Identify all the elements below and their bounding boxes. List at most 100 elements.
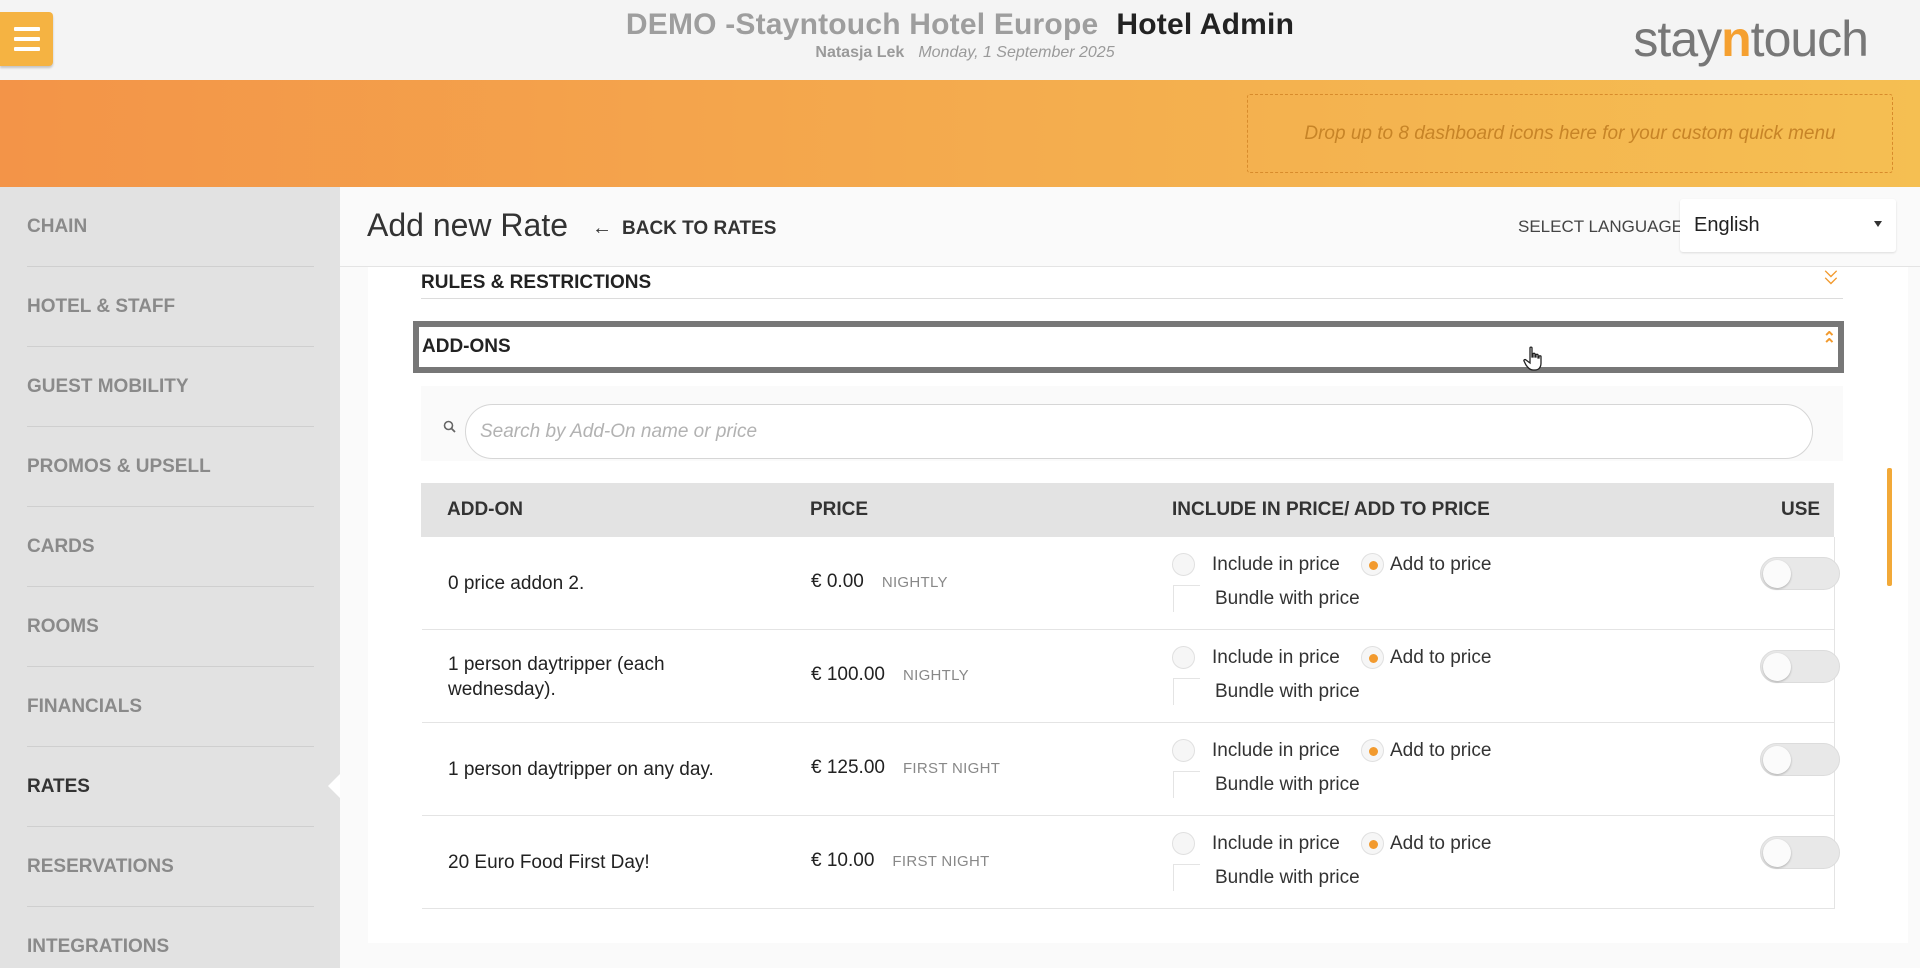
- table-row: 20 Euro Food First Day! € 10.00 FIRST NI…: [422, 816, 1840, 909]
- addon-name: 20 Euro Food First Day!: [448, 852, 650, 873]
- column-header-price: PRICE: [810, 499, 869, 520]
- sidebar-item-label: ROOMS: [27, 615, 99, 637]
- bundle-with-price-option[interactable]: Bundle with price: [1173, 771, 1360, 798]
- sidebar-item-chain[interactable]: CHAIN: [27, 187, 314, 267]
- option-label: Include in price: [1212, 832, 1340, 854]
- section-title: ADD-ONS: [422, 336, 511, 357]
- include-in-price-option[interactable]: Include in price: [1172, 739, 1340, 762]
- column-header-addon: ADD-ON: [447, 499, 523, 520]
- hotel-name: DEMO -Stayntouch Hotel Europe: [625, 8, 1099, 41]
- sidebar-item-integrations[interactable]: INTEGRATIONS: [27, 907, 314, 968]
- bundle-checkbox[interactable]: [1173, 771, 1200, 798]
- use-toggle[interactable]: [1760, 557, 1840, 590]
- sidebar-item-cards[interactable]: CARDS: [27, 507, 314, 587]
- option-label: Add to price: [1390, 553, 1492, 575]
- sidebar-item-label: INTEGRATIONS: [27, 936, 170, 957]
- radio-include[interactable]: [1172, 553, 1195, 576]
- bundle-checkbox[interactable]: [1173, 678, 1200, 705]
- option-label: Add to price: [1390, 739, 1492, 761]
- back-link-label: BACK TO RATES: [622, 217, 777, 239]
- app-name: Hotel Admin: [1116, 8, 1295, 41]
- top-header: DEMO -Stayntouch Hotel Europe Hotel Admin…: [0, 0, 1920, 80]
- add-to-price-option[interactable]: Add to price: [1361, 646, 1491, 669]
- radio-add-selected[interactable]: [1361, 832, 1384, 855]
- addon-search-input[interactable]: [465, 404, 1813, 459]
- bundle-with-price-option[interactable]: Bundle with price: [1173, 864, 1360, 891]
- price-value: € 100.00: [811, 664, 885, 685]
- sidebar-item-financials[interactable]: FINANCIALS: [27, 667, 314, 747]
- section-title: RULES & RESTRICTIONS: [421, 271, 652, 293]
- addon-name: 0 price addon 2.: [448, 573, 585, 594]
- quick-menu-band: Drop up to 8 dashboard icons here for yo…: [0, 80, 1920, 187]
- sidebar-item-promos-upsell[interactable]: PROMOS & UPSELL: [27, 427, 314, 507]
- option-label: Bundle with price: [1215, 587, 1360, 609]
- include-in-price-option[interactable]: Include in price: [1172, 553, 1340, 576]
- bundle-with-price-option[interactable]: Bundle with price: [1173, 585, 1360, 612]
- rate-form-panel: RULES & RESTRICTIONS ⌵⌵ ADD-ONS ⌃⌃ ADD-O…: [368, 264, 1908, 943]
- bundle-checkbox[interactable]: [1173, 864, 1200, 891]
- sidebar-item-rooms[interactable]: ROOMS: [27, 587, 314, 667]
- radio-add-selected[interactable]: [1361, 553, 1384, 576]
- price-value: € 125.00: [811, 757, 885, 778]
- use-toggle[interactable]: [1760, 836, 1840, 869]
- quick-menu-dropzone[interactable]: Drop up to 8 dashboard icons here for yo…: [1247, 94, 1893, 173]
- sidebar-item-label: FINANCIALS: [27, 695, 143, 717]
- addons-section-header[interactable]: ADD-ONS ⌃ ⌃: [413, 321, 1844, 373]
- addon-name: 1 person daytripper on any day.: [448, 759, 714, 780]
- bundle-with-price-option[interactable]: Bundle with price: [1173, 678, 1360, 705]
- header-title: DEMO -Stayntouch Hotel Europe Hotel Admin: [0, 8, 1920, 42]
- option-label: Include in price: [1212, 553, 1340, 575]
- radio-include[interactable]: [1172, 646, 1195, 669]
- addons-table-header: ADD-ON PRICE INCLUDE IN PRICE/ ADD TO PR…: [421, 483, 1834, 537]
- bundle-checkbox[interactable]: [1173, 585, 1200, 612]
- price-unit: NIGHTLY: [902, 667, 969, 684]
- use-toggle[interactable]: [1760, 743, 1840, 776]
- language-select[interactable]: English: [1680, 199, 1896, 252]
- addon-search-bar: [421, 386, 1843, 461]
- arrow-left-icon: ←: [592, 217, 612, 239]
- sidebar-item-label: PROMOS & UPSELL: [27, 455, 211, 477]
- scrollbar-thumb[interactable]: [1887, 468, 1892, 586]
- option-label: Bundle with price: [1215, 773, 1360, 795]
- include-in-price-option[interactable]: Include in price: [1172, 646, 1340, 669]
- logo-text-n: n: [1721, 11, 1752, 67]
- radio-include[interactable]: [1172, 739, 1195, 762]
- option-label: Include in price: [1212, 739, 1340, 761]
- page-header: Add new Rate ← BACK TO RATES SELECT LANG…: [340, 187, 1920, 267]
- sidebar-item-label: CHAIN: [27, 215, 88, 237]
- stayntouch-logo: stayntouch: [1633, 10, 1869, 68]
- add-to-price-option[interactable]: Add to price: [1361, 832, 1491, 855]
- back-to-rates-link[interactable]: ← BACK TO RATES: [592, 217, 776, 240]
- sidebar-item-hotel-staff[interactable]: HOTEL & STAFF: [27, 267, 314, 347]
- logo-text-post: touch: [1750, 11, 1869, 67]
- sidebar-item-label: GUEST MOBILITY: [27, 375, 189, 397]
- include-in-price-option[interactable]: Include in price: [1172, 832, 1340, 855]
- price-value: € 0.00: [811, 571, 864, 592]
- add-to-price-option[interactable]: Add to price: [1361, 739, 1491, 762]
- price-unit: FIRST NIGHT: [902, 760, 1001, 777]
- radio-add-selected[interactable]: [1361, 739, 1384, 762]
- double-chevron-down-icon: ⌵ ⌵: [1824, 264, 1837, 288]
- addon-price: € 0.00 NIGHTLY: [811, 571, 948, 593]
- current-date: Monday, 1 September 2025: [918, 44, 1115, 61]
- language-label: SELECT LANGUAGE: [1518, 217, 1684, 236]
- radio-add-selected[interactable]: [1361, 646, 1384, 669]
- header-center: DEMO -Stayntouch Hotel Europe Hotel Admin…: [0, 8, 1920, 62]
- dropzone-text: Drop up to 8 dashboard icons here for yo…: [1304, 122, 1836, 144]
- addon-price: € 125.00 FIRST NIGHT: [811, 757, 1000, 779]
- sidebar-item-label: HOTEL & STAFF: [27, 295, 176, 317]
- sidebar-item-reservations[interactable]: RESERVATIONS: [27, 827, 314, 907]
- sidebar-item-rates[interactable]: RATES: [27, 747, 314, 827]
- radio-include[interactable]: [1172, 832, 1195, 855]
- caret-down-icon: [1874, 221, 1882, 227]
- rules-restrictions-section[interactable]: RULES & RESTRICTIONS ⌵ ⌵: [421, 264, 1843, 299]
- page-title: Add new Rate: [367, 207, 569, 243]
- hand-cursor-icon: [1523, 346, 1542, 371]
- sidebar-item-label: RATES: [27, 775, 90, 797]
- use-toggle[interactable]: [1760, 650, 1840, 683]
- column-header-include: INCLUDE IN PRICE/ ADD TO PRICE: [1172, 499, 1490, 520]
- table-row: 1 person daytripper (each wednesday). € …: [422, 630, 1840, 723]
- sidebar-item-guest-mobility[interactable]: GUEST MOBILITY: [27, 347, 314, 427]
- sidebar: CHAIN HOTEL & STAFF GUEST MOBILITY PROMO…: [0, 187, 341, 968]
- add-to-price-option[interactable]: Add to price: [1361, 553, 1491, 576]
